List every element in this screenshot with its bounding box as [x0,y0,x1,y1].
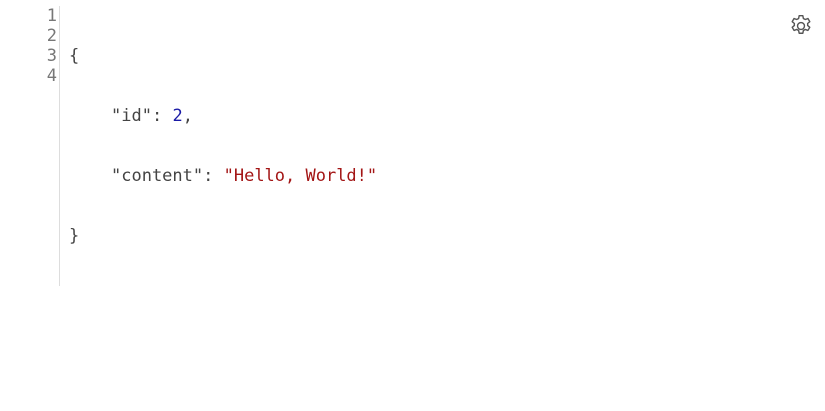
line-number: 1 [46,6,57,26]
open-brace: { [69,46,80,66]
code-content[interactable]: { "id": 2, "content": "Hello, World!" } [60,6,377,286]
colon: : [151,106,173,126]
json-value-content: "Hello, World!" [223,166,378,186]
code-line-3: "content": "Hello, World!" [69,166,377,186]
json-key-id: "id" [111,106,152,126]
line-number: 2 [46,26,57,46]
code-line-4: } [69,226,377,246]
code-line-1: { [69,46,377,66]
settings-button[interactable] [787,12,815,40]
gear-icon [791,15,811,34]
json-viewer: 1 2 3 4 { "id": 2, "content": "Hello, Wo… [0,0,825,411]
close-brace: } [69,226,80,246]
line-number: 4 [46,66,57,86]
comma: , [182,106,193,126]
json-value-id: 2 [172,106,183,126]
json-key-content: "content" [111,166,204,186]
colon: : [203,166,224,186]
line-number-gutter: 1 2 3 4 [0,6,60,286]
line-number: 3 [46,46,57,66]
code-line-2: "id": 2, [69,106,377,126]
code-area: 1 2 3 4 { "id": 2, "content": "Hello, Wo… [0,6,377,286]
